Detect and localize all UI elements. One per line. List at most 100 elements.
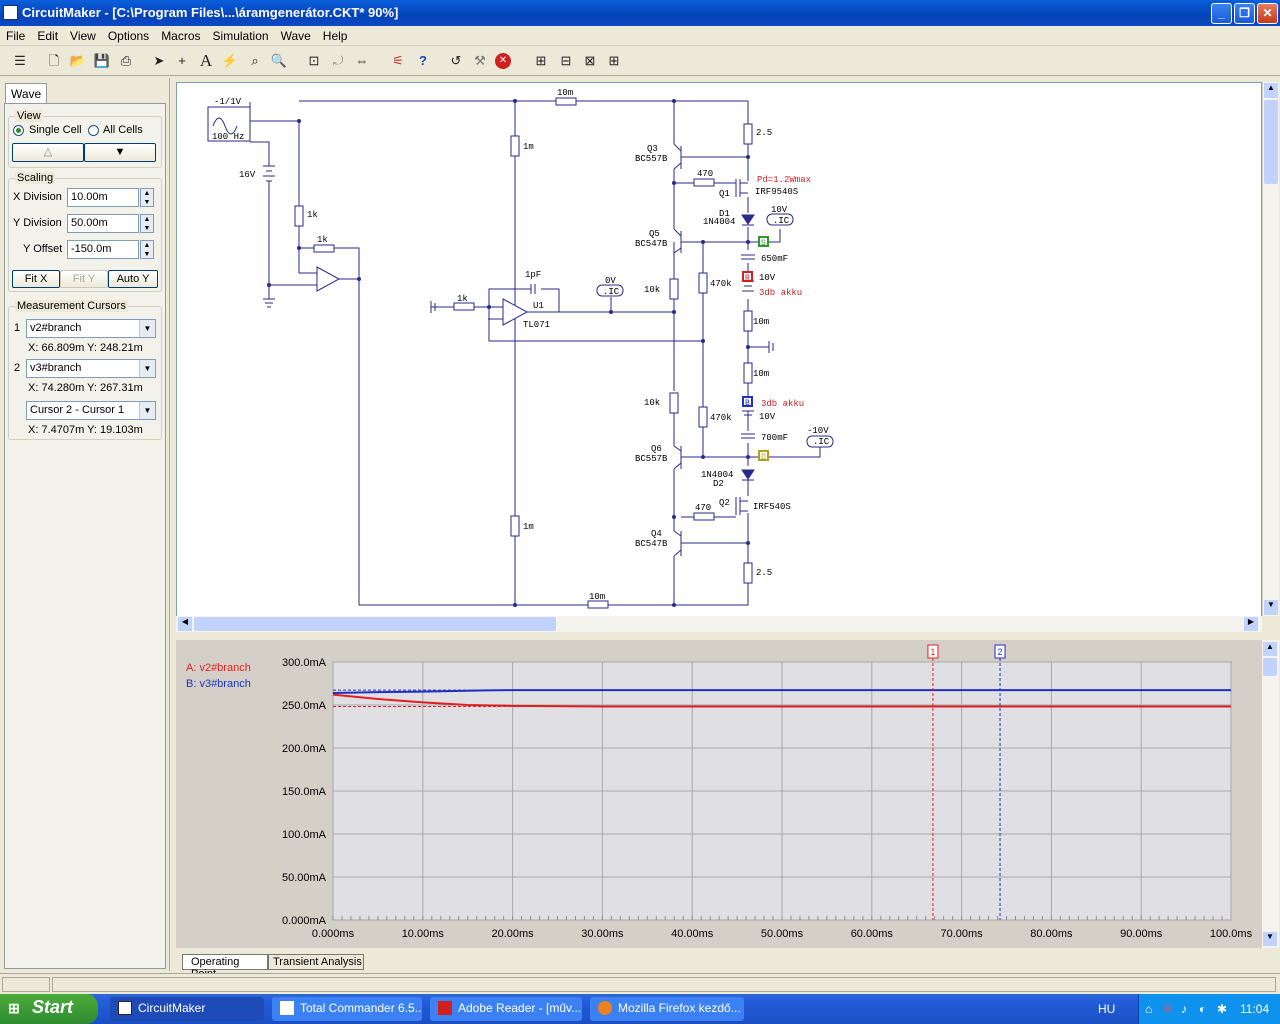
chevron-down-icon[interactable]: ▼ xyxy=(139,402,155,419)
menu-help[interactable]: Help xyxy=(317,26,354,43)
mirror-icon[interactable]: ⇔ xyxy=(352,51,372,71)
new-icon[interactable]: 🗋 xyxy=(44,51,64,71)
task-total-commander[interactable]: Total Commander 6.5... xyxy=(272,997,422,1021)
adobe-icon xyxy=(438,1001,452,1015)
waveform-icon[interactable]: ⊟ xyxy=(556,51,576,71)
shield-icon[interactable]: ⛨ xyxy=(1163,1002,1172,1017)
zoom-fit-icon[interactable]: ⊡ xyxy=(304,51,324,71)
network-icon[interactable]: ⌂ xyxy=(1145,1002,1152,1016)
start-button[interactable]: ⊞ Start xyxy=(0,994,98,1024)
schematic-canvas[interactable]: -1/1V 100 Hz 16V 1k 1k 1k 1m 1m 10m 10m … xyxy=(176,82,1262,618)
tab-transient-analysis[interactable]: Transient Analysis xyxy=(268,954,364,970)
schematic-components xyxy=(207,106,834,557)
cell-up-button[interactable]: △ xyxy=(12,143,84,162)
menu-macros[interactable]: Macros xyxy=(155,26,206,43)
scroll-left-icon[interactable]: ◀ xyxy=(178,617,192,631)
y-division-spinner[interactable]: ▲ ▼ xyxy=(140,214,154,233)
wire-tool-icon[interactable]: + xyxy=(172,51,192,71)
restore-button[interactable]: ❐ xyxy=(1234,3,1255,24)
cursor1-select[interactable]: v2#branch ▼ xyxy=(26,319,156,338)
waveform-panel[interactable]: 0.000ms 10.00ms 20.00ms 30.00ms 40.00ms 50.00… xyxy=(176,640,1262,948)
language-indicator[interactable]: HU xyxy=(1098,1002,1115,1016)
r1k-c-label: 1k xyxy=(457,294,468,304)
scroll-up-icon[interactable]: ▲ xyxy=(1264,83,1278,98)
netlist-icon[interactable]: ⚟ xyxy=(388,51,408,71)
y-division-input[interactable]: 50.00m xyxy=(67,214,139,233)
status-cell xyxy=(2,977,50,992)
title-bar: CircuitMaker - [C:\Program Files\...\ára… xyxy=(0,0,1280,26)
reset-icon[interactable]: ↺ xyxy=(446,51,466,71)
r10k-a-label: 10k xyxy=(644,285,660,295)
y-tick-label: 300.0mA xyxy=(282,657,327,669)
lightning-icon[interactable]: ⚡ xyxy=(220,51,240,71)
menu-bar: File Edit View Options Macros Simulation Wave H… xyxy=(0,26,1280,46)
scroll-up-icon[interactable]: ▲ xyxy=(1263,642,1277,656)
x-division-spinner[interactable]: ▲ ▼ xyxy=(140,188,154,207)
scroll-right-icon[interactable]: ▶ xyxy=(1244,617,1258,631)
task-circuitmaker[interactable]: CircuitMaker xyxy=(110,997,264,1021)
menu-edit[interactable]: Edit xyxy=(31,26,64,43)
waveform-vertical-scrollbar[interactable]: ▲ ▼ xyxy=(1262,640,1279,948)
bluetooth-icon[interactable]: ✱ xyxy=(1217,1002,1227,1016)
auto-y-button[interactable]: Auto Y xyxy=(108,270,158,288)
text-tool-icon[interactable]: A xyxy=(196,51,216,71)
toolbar: ☰ 🗋 📂 💾 ⎙ ➤ + A ⚡ ⌕ 🔍 ⊡ ⤾ ⇔ ⚟ ? ↺ ⚒ ✕ ⊞ … xyxy=(0,47,1280,76)
cell-down-button[interactable]: ▼ xyxy=(84,143,156,162)
print-icon[interactable]: ⎙ xyxy=(116,51,136,71)
scope-icon[interactable]: ⊠ xyxy=(580,51,600,71)
stop-icon[interactable]: ✕ xyxy=(495,53,511,69)
minimize-button[interactable]: _ xyxy=(1211,3,1232,24)
tools-icon[interactable]: ⚒ xyxy=(470,51,490,71)
status-bar xyxy=(0,973,1280,994)
fit-x-button[interactable]: Fit X xyxy=(12,270,60,288)
waveform-chart[interactable]: 0.000ms 10.00ms 20.00ms 30.00ms 40.00ms 50.00… xyxy=(176,640,1262,948)
tab-operating-point[interactable]: Operating Point xyxy=(182,954,268,980)
analysis-icon[interactable]: ⊞ xyxy=(531,51,551,71)
clock[interactable]: 11:04 xyxy=(1240,1002,1269,1016)
menu-simulation[interactable]: Simulation xyxy=(207,26,275,43)
volume-icon[interactable]: ♪ xyxy=(1181,1002,1187,1016)
menu-wave[interactable]: Wave xyxy=(275,26,317,43)
menu-file[interactable]: File xyxy=(0,26,31,43)
fit-y-button[interactable]: Fit Y xyxy=(60,270,108,288)
ic-minus10v-label: -10V xyxy=(807,426,829,436)
arrow-tool-icon[interactable]: ➤ xyxy=(149,51,169,71)
x-division-input[interactable]: 10.00m xyxy=(67,188,139,207)
scroll-down-icon[interactable]: ▼ xyxy=(1263,932,1277,946)
cursor2-select[interactable]: v3#branch ▼ xyxy=(26,359,156,378)
schematic-vertical-scrollbar[interactable]: ▲ ▼ xyxy=(1262,82,1279,616)
analysis-tabs: Operating Point Transient Analysis xyxy=(176,952,1278,980)
scroll-thumb[interactable] xyxy=(1263,658,1277,676)
save-icon[interactable]: 💾 xyxy=(92,51,112,71)
legend-b[interactable]: B: v3#branch xyxy=(186,678,251,690)
app-icon[interactable] xyxy=(3,5,18,20)
help-icon[interactable]: ? xyxy=(413,51,433,71)
task-firefox[interactable]: Mozilla Firefox kezdő... xyxy=(590,997,744,1021)
parts-icon[interactable]: ☰ xyxy=(10,51,30,71)
task-adobe-reader[interactable]: Adobe Reader - [műv... xyxy=(430,997,582,1021)
y-offset-input[interactable]: -150.0m xyxy=(67,240,139,259)
legend-a[interactable]: A: v2#branch xyxy=(186,662,251,674)
scroll-down-icon[interactable]: ▼ xyxy=(1264,600,1278,615)
probe-icon[interactable]: ⌕ xyxy=(245,51,265,71)
close-button[interactable]: ✕ xyxy=(1257,3,1278,24)
menu-view[interactable]: View xyxy=(64,26,102,43)
chevron-down-icon[interactable]: ▼ xyxy=(139,360,155,377)
menu-options[interactable]: Options xyxy=(102,26,155,43)
y-offset-spinner[interactable]: ▲ ▼ xyxy=(140,240,154,259)
schematic-horizontal-scrollbar[interactable]: ◀ ▶ xyxy=(176,616,1262,632)
scroll-thumb[interactable] xyxy=(194,617,556,631)
monitor-icon[interactable]: ◐ xyxy=(1199,1002,1206,1016)
bode-icon[interactable]: ⊞ xyxy=(604,51,624,71)
zoom-icon[interactable]: 🔍 xyxy=(269,51,289,71)
scroll-thumb[interactable] xyxy=(1264,100,1278,184)
open-icon[interactable]: 📂 xyxy=(68,51,88,71)
chevron-down-icon[interactable]: ▼ xyxy=(139,320,155,337)
single-cell-radio[interactable] xyxy=(13,125,24,136)
schematic-wires xyxy=(249,100,821,606)
cursor-diff-select[interactable]: Cursor 2 - Cursor 1 ▼ xyxy=(26,401,156,420)
r470b-label: 470 xyxy=(695,503,711,513)
all-cells-radio[interactable] xyxy=(88,125,99,136)
tab-wave[interactable]: Wave xyxy=(5,83,47,104)
rotate-icon[interactable]: ⤾ xyxy=(328,51,348,71)
